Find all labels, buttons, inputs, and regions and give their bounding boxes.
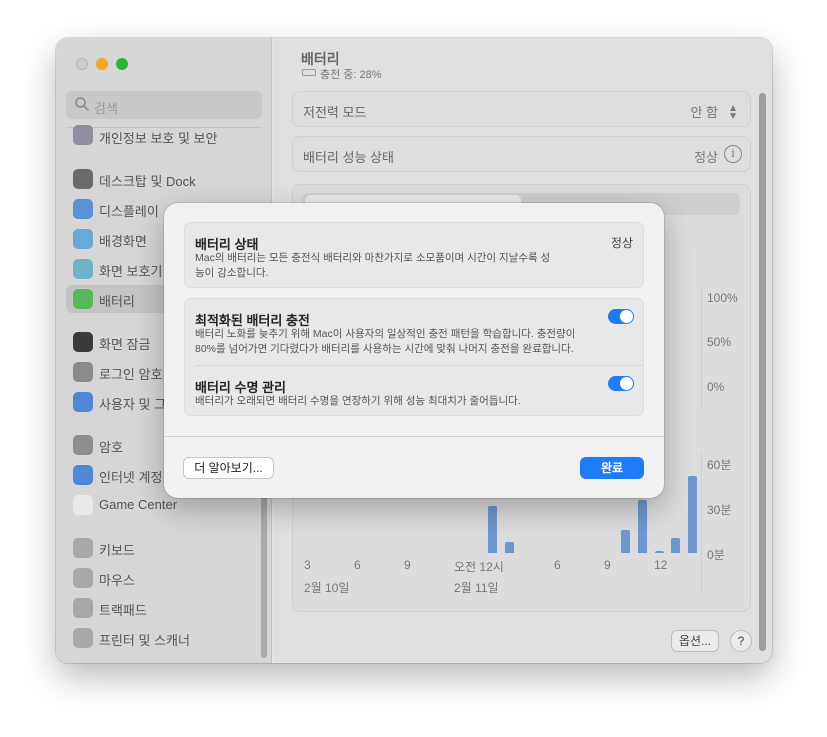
sidebar-item-label: 디스플레이: [99, 204, 159, 219]
battery-health-dialog: 배터리 상태 정상 Mac의 배터리는 모든 충전식 배터리와 마찬가지로 소모…: [164, 203, 664, 498]
usage-bar: [621, 530, 630, 553]
x-tick: 9: [604, 558, 611, 572]
usage-tick: 60분: [707, 458, 732, 472]
x-tick: 3: [304, 558, 311, 572]
usage-bar: [488, 506, 497, 553]
usage-bar: [671, 538, 680, 553]
options-button[interactable]: 옵션...: [671, 630, 719, 652]
battery-icon: [73, 289, 93, 309]
sidebar-item-privacy[interactable]: 개인정보 보호 및 보안: [66, 123, 262, 151]
optimized-charging-toggle[interactable]: [608, 309, 634, 324]
sidebar-item-label: 로그인 암호: [99, 367, 163, 382]
lifespan-management-toggle[interactable]: [608, 376, 634, 391]
sidebar-item-label: 프린터 및 스캐너: [99, 633, 190, 648]
done-button[interactable]: 완료: [580, 457, 644, 479]
low-power-label: 저전력 모드: [303, 105, 367, 120]
game-center-icon: [73, 495, 93, 515]
level-axis-line: [701, 288, 702, 408]
sidebar-scrollbar[interactable]: [261, 496, 267, 658]
sidebar-item-label: 데스크탑 및 Dock: [99, 174, 196, 189]
sidebar-item-label: 배터리: [99, 294, 135, 309]
level-tick: 50%: [707, 335, 732, 349]
search-input[interactable]: 검색: [66, 91, 262, 119]
battery-health-value: 정상: [694, 150, 718, 165]
wallpaper-icon: [73, 229, 93, 249]
level-tick: 100%: [707, 291, 738, 305]
users-icon: [73, 392, 93, 412]
sidebar-item-desktop-dock[interactable]: 데스크탑 및 Dock: [66, 165, 262, 193]
battery-status-icon: [302, 69, 316, 76]
screensaver-icon: [73, 259, 93, 279]
sidebar-item-keyboard[interactable]: 키보드: [66, 534, 262, 562]
sidebar-item-label: 마우스: [99, 573, 135, 588]
sidebar-item-label: 화면 잠금: [99, 337, 151, 352]
x-tick: 6: [354, 558, 361, 572]
battery-status-desc: Mac의 배터리는 모든 충전식 배터리와 마찬가지로 소모품이며 시간이 지날…: [195, 252, 551, 279]
search-icon: [75, 97, 89, 111]
sidebar-item-printers[interactable]: 프린터 및 스캐너: [66, 624, 262, 652]
hand-icon: [73, 125, 93, 145]
keyboard-icon: [73, 538, 93, 558]
date-label: 2월 10일: [304, 581, 350, 595]
sidebar-item-label: 화면 보호기: [99, 264, 163, 279]
group-separator: [195, 365, 643, 366]
sidebar-item-mouse[interactable]: 마우스: [66, 564, 262, 592]
optimized-charging-desc: 배터리 노화를 늦추기 위해 Mac이 사용자의 일상적인 충전 패턴을 학습합…: [195, 328, 576, 355]
sidebar-item-label: 키보드: [99, 543, 135, 558]
mouse-icon: [73, 568, 93, 588]
main-scrollbar[interactable]: [759, 93, 766, 651]
level-tick: 0%: [707, 380, 725, 394]
usage-tick: 30분: [707, 503, 732, 517]
sidebar-item-label: 트랙패드: [99, 603, 147, 618]
sidebar-item-label: 암호: [99, 440, 123, 455]
learn-more-button[interactable]: 더 알아보기...: [183, 457, 274, 479]
sidebar-item-label: Game Center: [99, 497, 178, 512]
low-power-mode-row[interactable]: 저전력 모드 안 함 ▲ ▼: [292, 91, 751, 127]
usage-bar: [688, 476, 697, 553]
battery-health-row: 배터리 성능 상태 정상 i: [292, 136, 751, 172]
help-button[interactable]: ?: [730, 630, 752, 652]
dialog-separator: [164, 436, 664, 437]
battery-status-value: 정상: [610, 236, 633, 250]
key-icon: [73, 435, 93, 455]
usage-axis-line: [701, 452, 702, 592]
charging-status: 충전 중: 28%: [320, 69, 382, 81]
sidebar-item-trackpad[interactable]: 트랙패드: [66, 594, 262, 622]
battery-health-label: 배터리 성능 상태: [303, 150, 394, 165]
sidebar-item-label: 배경화면: [99, 234, 147, 249]
lock-icon: [73, 362, 93, 382]
usage-tick: 0분: [707, 548, 725, 562]
usage-bar: [655, 551, 664, 553]
usage-bar: [638, 500, 647, 553]
close-window-button[interactable]: [76, 58, 88, 70]
sidebar-item-label: 사용자 및 그: [99, 397, 167, 412]
x-tick: 9: [404, 558, 411, 572]
main-scrollbar-thumb[interactable]: [759, 93, 766, 651]
printer-icon: [73, 628, 93, 648]
display-icon: [73, 199, 93, 219]
lifespan-management-desc: 배터리가 오래되면 배터리 수명을 연장하기 위해 성능 최대치가 줄어듭니다.: [195, 395, 521, 407]
low-power-value[interactable]: 안 함: [690, 102, 718, 121]
x-tick: 6: [554, 558, 561, 572]
toggle-knob: [620, 310, 633, 323]
at-icon: [73, 465, 93, 485]
sidebar-item-label: 인터넷 계정: [99, 470, 163, 485]
sidebar-item-label: 개인정보 보호 및 보안: [99, 131, 218, 146]
info-icon[interactable]: i: [724, 145, 742, 163]
chevron-updown-icon: ▲ ▼: [728, 103, 738, 122]
date-label: 2월 11일: [454, 581, 499, 595]
usage-bar: [505, 542, 514, 553]
toggle-knob: [620, 377, 633, 390]
battery-status-group: 배터리 상태 정상 Mac의 배터리는 모든 충전식 배터리와 마찬가지로 소모…: [184, 222, 644, 288]
lock-icon: [73, 332, 93, 352]
dock-icon: [73, 169, 93, 189]
minimize-window-button[interactable]: [96, 58, 108, 70]
zoom-window-button[interactable]: [116, 58, 128, 70]
charging-options-group: 최적화된 배터리 충전 배터리 노화를 늦추기 위해 Mac이 사용자의 일상적…: [184, 298, 644, 416]
trackpad-icon: [73, 598, 93, 618]
search-placeholder: 검색: [94, 101, 118, 116]
x-tick: 오전 12시: [454, 560, 504, 574]
x-tick: 12: [654, 558, 668, 572]
